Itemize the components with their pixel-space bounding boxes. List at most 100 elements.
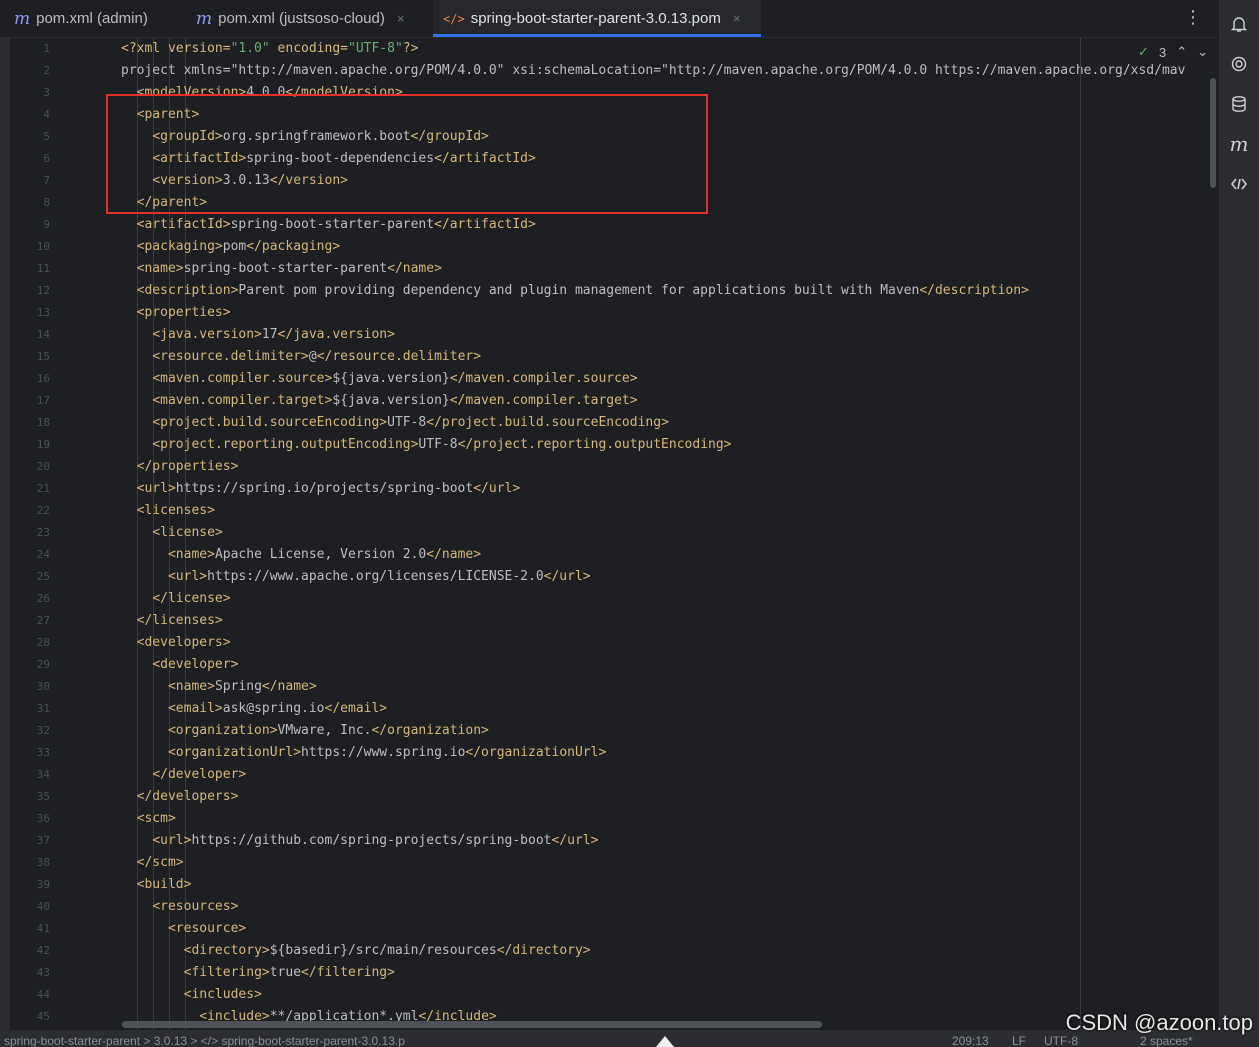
line-number: 35 (36, 790, 50, 803)
code-line: <packaging>pom</packaging> (136, 239, 341, 254)
code-line: <name>spring-boot-starter-parent</name> (136, 261, 442, 276)
line-number: 34 (36, 768, 50, 781)
line-number: 27 (36, 614, 50, 627)
line-number: 6 (43, 152, 50, 165)
close-icon[interactable]: × (733, 11, 741, 26)
line-separator[interactable]: LF (1012, 1034, 1026, 1047)
code-line: <?xml version="1.0" encoding="UTF-8"?> (121, 41, 419, 56)
line-number: 11 (36, 262, 50, 275)
line-number: 23 (36, 526, 50, 539)
tab-pom-admin[interactable]: m pom.xml (admin) (14, 0, 184, 37)
line-number: 41 (36, 922, 50, 935)
cursor-pointer-icon (656, 1036, 674, 1047)
ai-assistant-icon[interactable] (1224, 49, 1254, 79)
code-line: <email>ask@spring.io</email> (167, 701, 388, 716)
line-number: 12 (36, 284, 50, 297)
code-line: <url>https://github.com/spring-projects/… (152, 833, 599, 848)
tab-label: spring-boot-starter-parent-3.0.13.pom (470, 10, 721, 27)
code-line: <licenses> (136, 503, 215, 518)
code-line: </scm> (136, 855, 184, 870)
maven-tool-icon[interactable]: m (1224, 129, 1254, 159)
code-line: <java.version>17</java.version> (152, 327, 395, 342)
caret-position[interactable]: 209:13 (952, 1034, 989, 1047)
code-line: <artifactId>spring-boot-starter-parent</… (136, 217, 536, 232)
code-line: </licenses> (136, 613, 223, 628)
watermark: CSDN @azoon.top (1065, 1010, 1253, 1035)
right-tool-window-bar: m (1218, 0, 1259, 1034)
horizontal-scrollbar[interactable] (122, 1021, 822, 1028)
line-number: 5 (43, 130, 50, 143)
line-number: 7 (43, 174, 50, 187)
line-number: 33 (36, 746, 50, 759)
code-editor[interactable]: 1 2 3 4 5 6 7 8 9 10 11 12 13 14 15 16 17 18 19 20 21 22 23 24 2… (0, 38, 1218, 1030)
vertical-scrollbar[interactable] (1210, 78, 1216, 188)
code-line: <directory>${basedir}/src/main/resources… (183, 943, 591, 958)
endpoints-icon[interactable] (1224, 169, 1254, 199)
tab-options-icon[interactable]: ⋮ (1184, 7, 1202, 28)
maven-icon: m (14, 8, 31, 29)
line-number: 14 (36, 328, 50, 341)
code-line: <project.build.sourceEncoding>UTF-8</pro… (152, 415, 669, 430)
line-number: 13 (36, 306, 50, 319)
code-line: <developer> (152, 657, 239, 672)
line-number-gutter: 1 2 3 4 5 6 7 8 9 10 11 12 13 14 15 16 17 18 19 20 21 22 23 24 2… (10, 38, 118, 1030)
line-number: 30 (36, 680, 50, 693)
line-number: 10 (36, 240, 50, 253)
code-line: <organization>VMware, Inc.</organization… (167, 723, 489, 738)
code-line: <filtering>true</filtering> (183, 965, 395, 980)
code-line: <organizationUrl>https://www.spring.io</… (167, 745, 607, 760)
line-number: 28 (36, 636, 50, 649)
tab-spring-boot-starter-parent-pom[interactable]: </> spring-boot-starter-parent-3.0.13.po… (433, 0, 761, 37)
line-number: 15 (36, 350, 50, 363)
line-number: 1 (43, 42, 50, 55)
line-number: 37 (36, 834, 50, 847)
editor-tab-bar: m pom.xml (admin) m pom.xml (justsoso-cl… (0, 0, 1218, 38)
line-number: 22 (36, 504, 50, 517)
previous-highlight-icon[interactable]: ⌃ (1176, 44, 1187, 60)
line-number: 45 (36, 1010, 50, 1023)
code-line: <includes> (183, 987, 262, 1002)
left-tool-strip (0, 38, 10, 1030)
code-line: project xmlns="http://maven.apache.org/P… (121, 63, 1186, 78)
parent-annotation-box (106, 94, 708, 214)
line-number: 20 (36, 460, 50, 473)
code-line: <url>https://spring.io/projects/spring-b… (136, 481, 521, 496)
close-icon[interactable]: × (397, 11, 405, 26)
line-number: 25 (36, 570, 50, 583)
inspection-count: 3 (1158, 44, 1167, 60)
code-line: <properties> (136, 305, 231, 320)
code-line: </license> (152, 591, 231, 606)
code-line: <build> (136, 877, 192, 892)
code-line: <description>Parent pom providing depend… (136, 283, 1029, 298)
line-number: 3 (43, 86, 50, 99)
line-number: 4 (43, 108, 50, 121)
database-icon[interactable] (1224, 89, 1254, 119)
line-number: 36 (36, 812, 50, 825)
xml-file-icon: </> (443, 11, 465, 26)
line-number: 29 (36, 658, 50, 671)
code-line: <scm> (136, 811, 176, 826)
line-number: 43 (36, 966, 50, 979)
line-number: 42 (36, 944, 50, 957)
line-number: 24 (36, 548, 50, 561)
code-line: <url>https://www.apache.org/licenses/LIC… (167, 569, 591, 584)
tab-pom-justsoso-cloud[interactable]: m pom.xml (justsoso-cloud) × (196, 0, 431, 37)
line-number: 38 (36, 856, 50, 869)
tab-label: pom.xml (admin) (36, 10, 148, 27)
line-number: 19 (36, 438, 50, 451)
line-number: 9 (43, 218, 50, 231)
code-line: <resource.delimiter>@</resource.delimite… (152, 349, 482, 364)
line-number: 39 (36, 878, 50, 891)
notifications-bell-icon[interactable] (1224, 9, 1254, 39)
code-line: <project.reporting.outputEncoding>UTF-8<… (152, 437, 732, 452)
line-number: 31 (36, 702, 50, 715)
breadcrumb[interactable]: spring-boot-starter-parent > 3.0.13 > </… (4, 1034, 405, 1047)
next-highlight-icon[interactable]: ⌄ (1197, 44, 1208, 60)
code-line: <resources> (152, 899, 239, 914)
line-number: 8 (43, 196, 50, 209)
line-number: 26 (36, 592, 50, 605)
line-number: 40 (36, 900, 50, 913)
inspection-widget[interactable]: ✓ 3 ⌃ ⌄ (1138, 44, 1208, 60)
line-number: 44 (36, 988, 50, 1001)
code-line: <name>Spring</name> (167, 679, 317, 694)
